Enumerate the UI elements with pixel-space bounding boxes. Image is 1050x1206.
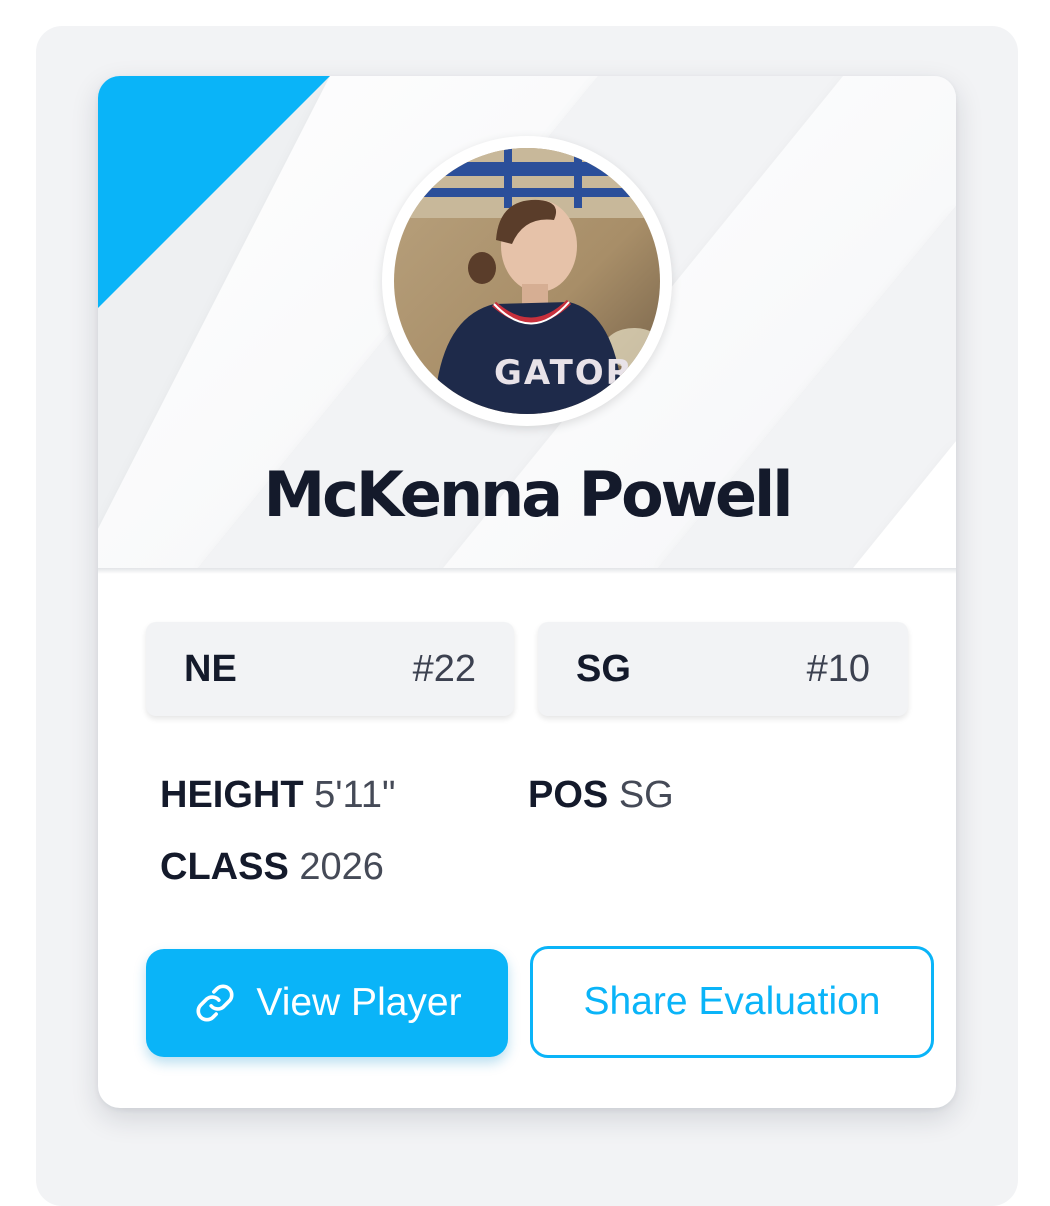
view-player-button[interactable]: View Player [146, 949, 508, 1057]
avatar: GATOR [382, 136, 672, 426]
stat-class-key: CLASS [160, 846, 289, 888]
link-icon [196, 984, 234, 1022]
stat-class-value: 2026 [299, 846, 384, 888]
divider [98, 568, 956, 574]
stat-height-value: 5'11" [314, 774, 396, 816]
position-rank: #10 [806, 648, 870, 690]
stat-position-key: POS [528, 774, 609, 816]
region-rank: #22 [412, 648, 476, 690]
stat-position: POS SG [528, 774, 674, 817]
share-evaluation-label: Share Evaluation [583, 980, 881, 1023]
player-photo: GATOR [394, 148, 660, 414]
stat-height-key: HEIGHT [160, 774, 304, 816]
view-player-label: View Player [256, 981, 462, 1024]
svg-text:GATOR: GATOR [494, 353, 634, 393]
player-card: GATOR McKenna Powell NE #22 SG #10 HEIGH… [98, 76, 956, 1108]
region-rank-badge: NE #22 [146, 622, 514, 716]
stat-position-value: SG [618, 774, 674, 816]
stat-height: HEIGHT 5'11" [160, 774, 395, 817]
player-name: McKenna Powell [263, 458, 793, 531]
stat-class: CLASS 2026 [160, 846, 384, 889]
position-label: SG [576, 648, 631, 690]
region-label: NE [184, 648, 237, 690]
share-evaluation-button[interactable]: Share Evaluation [530, 946, 934, 1058]
card-hero: GATOR McKenna Powell [98, 76, 956, 568]
position-rank-badge: SG #10 [538, 622, 908, 716]
